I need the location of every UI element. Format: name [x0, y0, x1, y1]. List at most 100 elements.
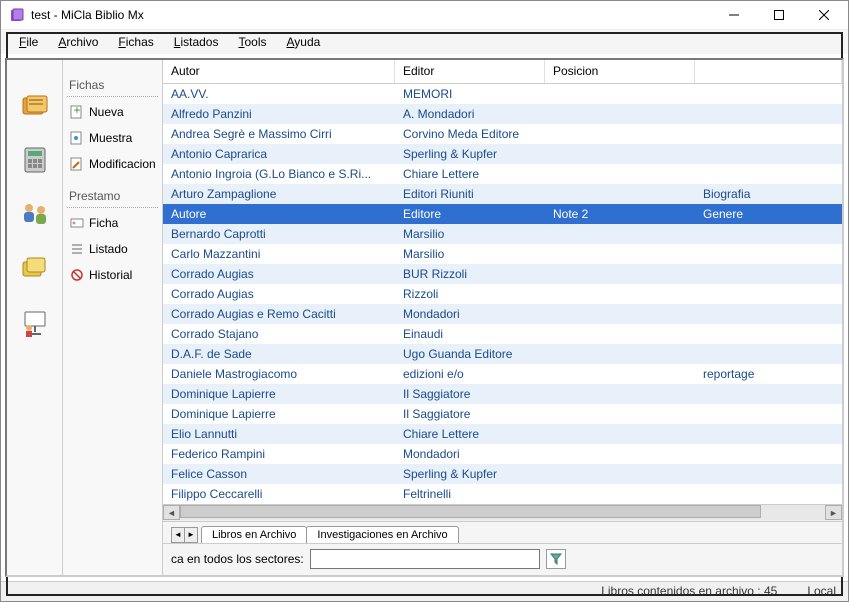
sidebar-item-historial[interactable]: Historial: [67, 264, 158, 286]
menu-tools[interactable]: Tools: [230, 32, 274, 52]
sidebar-item-nueva[interactable]: + Nueva: [67, 101, 158, 123]
menu-ayuda[interactable]: Ayuda: [278, 32, 328, 52]
tab-investigaciones[interactable]: Investigaciones en Archivo: [306, 526, 458, 543]
table-row[interactable]: Corrado AugiasBUR Rizzoli: [163, 264, 842, 284]
cell-posicion: [545, 452, 695, 456]
horizontal-scrollbar[interactable]: ◄ ►: [163, 504, 842, 521]
app-icon: [9, 7, 25, 23]
presentation-icon[interactable]: [19, 306, 51, 338]
calculator-icon[interactable]: [19, 144, 51, 176]
cell-editor: Sperling & Kupfer: [395, 465, 545, 483]
cell-autor: Carlo Mazzantini: [163, 245, 395, 263]
sidebar-label: Listado: [89, 242, 128, 256]
cell-autor: D.A.F. de Sade: [163, 345, 395, 363]
cell-autor: Antonio Ingroia (G.Lo Bianco e S.Ri...: [163, 165, 395, 183]
cell-editor: BUR Rizzoli: [395, 265, 545, 283]
cell-autor: Bernardo Caprotti: [163, 225, 395, 243]
table-row[interactable]: Carlo MazzantiniMarsilio: [163, 244, 842, 264]
cell-extra: [695, 252, 842, 256]
close-button[interactable]: [801, 1, 846, 29]
cell-editor: Editore: [395, 205, 545, 223]
table-row[interactable]: Daniele Mastrogiacomoedizioni e/oreporta…: [163, 364, 842, 384]
cell-posicion: [545, 272, 695, 276]
table-body[interactable]: AA.VV.MEMORIAlfredo PanziniA. MondadoriA…: [163, 84, 842, 504]
cell-extra: reportage: [695, 365, 842, 383]
people-icon[interactable]: [19, 198, 51, 230]
cell-autor: Autore: [163, 205, 395, 223]
folders-icon[interactable]: [19, 252, 51, 284]
table-row[interactable]: Alfredo PanziniA. Mondadori: [163, 104, 842, 124]
column-header-autor[interactable]: Autor: [163, 60, 395, 83]
cell-extra: [695, 332, 842, 336]
sidebar-label: Modificacion: [89, 157, 156, 171]
cell-autor: Andrea Segrè e Massimo Cirri: [163, 125, 395, 143]
cell-posicion: [545, 332, 695, 336]
cell-extra: [695, 312, 842, 316]
table-row[interactable]: AutoreEditoreNote 2Genere: [163, 204, 842, 224]
table-row[interactable]: Elio LannuttiChiare Lettere: [163, 424, 842, 444]
table-row[interactable]: Felice CassonSperling & Kupfer: [163, 464, 842, 484]
cell-extra: [695, 392, 842, 396]
table-row[interactable]: Bernardo CaprottiMarsilio: [163, 224, 842, 244]
cell-editor: Mondadori: [395, 445, 545, 463]
table-row[interactable]: Federico RampiniMondadori: [163, 444, 842, 464]
menu-fichas[interactable]: Fichas: [110, 32, 161, 52]
sidebar-item-ficha[interactable]: Ficha: [67, 212, 158, 234]
sidebar-item-listado[interactable]: Listado: [67, 238, 158, 260]
tab-libros[interactable]: Libros en Archivo: [201, 526, 307, 543]
maximize-button[interactable]: [756, 1, 801, 29]
cell-posicion: [545, 432, 695, 436]
minimize-button[interactable]: [711, 1, 756, 29]
books-icon[interactable]: [19, 90, 51, 122]
cell-editor: Feltrinelli: [395, 485, 545, 503]
scroll-right-arrow[interactable]: ►: [825, 505, 842, 520]
table-row[interactable]: Filippo CeccarelliFeltrinelli: [163, 484, 842, 504]
tab-nav-left[interactable]: ◄: [171, 527, 185, 543]
card-icon: [69, 215, 85, 231]
table-row[interactable]: Antonio Ingroia (G.Lo Bianco e S.Ri...Ch…: [163, 164, 842, 184]
sidebar-label: Historial: [89, 268, 132, 282]
cell-extra: [695, 412, 842, 416]
table-row[interactable]: Corrado AugiasRizzoli: [163, 284, 842, 304]
cell-editor: Rizzoli: [395, 285, 545, 303]
new-icon: +: [69, 104, 85, 120]
cell-posicion: [545, 132, 695, 136]
status-count: Libros contenidos en archivo : 45: [601, 584, 777, 598]
scroll-left-arrow[interactable]: ◄: [163, 505, 180, 520]
table-row[interactable]: AA.VV.MEMORI: [163, 84, 842, 104]
sidebar-item-muestra[interactable]: Muestra: [67, 127, 158, 149]
table-row[interactable]: Corrado StajanoEinaudi: [163, 324, 842, 344]
cell-extra: [695, 492, 842, 496]
table-row[interactable]: Dominique LapierreIl Saggiatore: [163, 404, 842, 424]
cell-autor: Corrado Augias: [163, 285, 395, 303]
filter-button[interactable]: [546, 549, 566, 569]
table-row[interactable]: Andrea Segrè e Massimo CirriCorvino Meda…: [163, 124, 842, 144]
menu-file[interactable]: File: [11, 32, 46, 52]
cell-extra: [695, 472, 842, 476]
titlebar: test - MiCla Biblio Mx: [1, 1, 848, 30]
table-row[interactable]: Arturo ZampaglioneEditori RiunitiBiograf…: [163, 184, 842, 204]
edit-icon: [69, 156, 85, 172]
sidebar-item-modificacion[interactable]: Modificacion: [67, 153, 158, 175]
status-mode: Local: [807, 584, 836, 598]
cell-autor: Alfredo Panzini: [163, 105, 395, 123]
tab-nav-right[interactable]: ►: [184, 527, 198, 543]
menubar: FileArchivoFichasListadosToolsAyuda: [1, 30, 848, 54]
svg-text:+: +: [73, 104, 80, 117]
cell-editor: Marsilio: [395, 245, 545, 263]
table-row[interactable]: D.A.F. de SadeUgo Guanda Editore: [163, 344, 842, 364]
scroll-thumb[interactable]: [180, 505, 761, 518]
tab-strip: ◄ ► Libros en Archivo Investigaciones en…: [163, 521, 842, 543]
cell-posicion: [545, 152, 695, 156]
menu-listados[interactable]: Listados: [166, 32, 227, 52]
column-header-posicion[interactable]: Posicion: [545, 60, 695, 83]
table-row[interactable]: Corrado Augias e Remo CacittiMondadori: [163, 304, 842, 324]
column-header-editor[interactable]: Editor: [395, 60, 545, 83]
table-row[interactable]: Antonio CapraricaSperling & Kupfer: [163, 144, 842, 164]
search-input[interactable]: [310, 549, 540, 569]
table-row[interactable]: Dominique LapierreIl Saggiatore: [163, 384, 842, 404]
column-header-extra[interactable]: [695, 60, 842, 83]
menu-archivo[interactable]: Archivo: [50, 32, 106, 52]
cell-extra: [695, 172, 842, 176]
cell-posicion: [545, 192, 695, 196]
